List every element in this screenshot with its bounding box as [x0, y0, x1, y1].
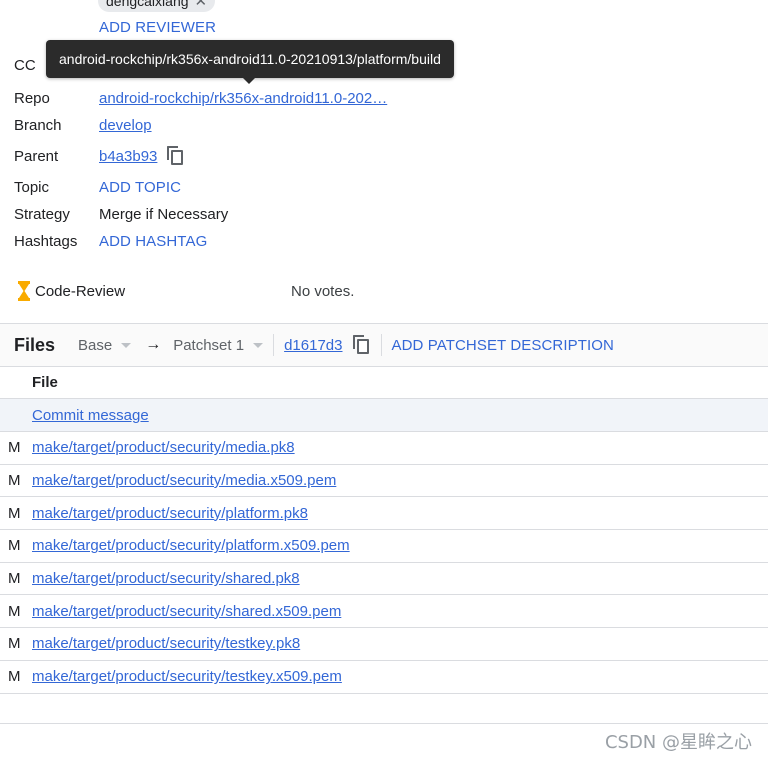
- chevron-down-icon: [253, 342, 264, 348]
- file-row[interactable]: Mmake/target/product/security/testkey.x5…: [0, 661, 768, 694]
- close-icon[interactable]: ✕: [195, 0, 208, 10]
- add-patchset-description-button[interactable]: ADD PATCHSET DESCRIPTION: [392, 337, 614, 354]
- file-link[interactable]: make/target/product/security/shared.pk8: [32, 570, 300, 587]
- commit-message-link[interactable]: Commit message: [32, 407, 149, 424]
- add-topic-button[interactable]: ADD TOPIC: [99, 179, 181, 196]
- code-review-label-row: Code-Review: [18, 281, 125, 301]
- file-link[interactable]: make/target/product/security/testkey.pk8: [32, 635, 300, 652]
- file-link[interactable]: make/target/product/security/media.x509.…: [32, 472, 336, 489]
- file-column-label: File: [32, 374, 58, 391]
- repo-label: Repo: [14, 89, 50, 107]
- patchset-select[interactable]: Patchset 1: [173, 336, 264, 354]
- copy-icon[interactable]: [352, 335, 371, 355]
- file-row[interactable]: Mmake/target/product/security/testkey.pk…: [0, 628, 768, 661]
- patchset-select-value: Patchset 1: [173, 336, 245, 354]
- file-status: M: [8, 602, 21, 620]
- file-status: M: [8, 635, 21, 653]
- file-row[interactable]: Mmake/target/product/security/shared.x50…: [0, 595, 768, 629]
- strategy-value: Merge if Necessary: [99, 205, 229, 223]
- file-link[interactable]: make/target/product/security/shared.x509…: [32, 603, 341, 620]
- file-row[interactable]: Mmake/target/product/security/media.x509…: [0, 465, 768, 498]
- file-row[interactable]: Mmake/target/product/security/platform.p…: [0, 497, 768, 531]
- code-review-label: Code-Review: [35, 282, 126, 300]
- file-column-header: File: [0, 367, 768, 399]
- file-link[interactable]: make/target/product/security/media.pk8: [32, 439, 295, 456]
- repo-link[interactable]: android-rockchip/rk356x-android11.0-202…: [99, 90, 387, 107]
- hashtags-label: Hashtags: [14, 232, 78, 250]
- divider: [380, 334, 382, 356]
- base-patchset-select[interactable]: Base: [78, 336, 132, 354]
- patchset-commit-link[interactable]: d1617d3: [284, 337, 342, 354]
- branch-link[interactable]: develop: [99, 117, 152, 134]
- file-status: M: [8, 504, 21, 522]
- chevron-down-icon: [121, 342, 132, 348]
- topic-label: Topic: [14, 178, 50, 196]
- divider: [273, 334, 275, 356]
- reviewer-chip[interactable]: dengcaixiang ✕: [98, 0, 216, 12]
- add-hashtag-button[interactable]: ADD HASHTAG: [99, 233, 207, 250]
- reviewer-name: dengcaixiang: [106, 0, 189, 9]
- strategy-label: Strategy: [14, 205, 70, 223]
- file-status: M: [8, 537, 21, 555]
- file-status: M: [8, 668, 21, 686]
- parent-commit-link[interactable]: b4a3b93: [99, 148, 157, 165]
- file-status: M: [8, 570, 21, 588]
- code-review-votes: No votes.: [291, 283, 355, 300]
- base-select-value: Base: [78, 336, 113, 354]
- divider: [0, 723, 768, 724]
- file-row[interactable]: Mmake/target/product/security/platform.x…: [0, 530, 768, 563]
- branch-label: Branch: [14, 116, 62, 134]
- copy-icon[interactable]: [167, 146, 185, 166]
- file-link[interactable]: make/target/product/security/testkey.x50…: [32, 668, 342, 685]
- file-status: M: [8, 472, 21, 490]
- file-status: M: [8, 439, 21, 457]
- file-link[interactable]: make/target/product/security/platform.x5…: [32, 537, 350, 554]
- hourglass-icon: [18, 281, 30, 301]
- file-row[interactable]: Mmake/target/product/security/media.pk8: [0, 432, 768, 465]
- files-title: Files: [14, 334, 56, 355]
- file-link[interactable]: make/target/product/security/platform.pk…: [32, 505, 308, 522]
- files-header: Files Base → Patchset 1 d1617d3 ADD PATC…: [0, 323, 768, 367]
- watermark: CSDN @星眸之心: [604, 732, 752, 753]
- commit-message-row[interactable]: Commit message: [0, 399, 768, 432]
- right-arrow-icon: →: [145, 336, 162, 353]
- parent-label: Parent: [14, 147, 59, 165]
- file-row[interactable]: Mmake/target/product/security/shared.pk8: [0, 563, 768, 596]
- add-reviewer-button[interactable]: ADD REVIEWER: [99, 19, 216, 36]
- repo-tooltip: android-rockchip/rk356x-android11.0-2021…: [46, 40, 454, 84]
- file-list: Mmake/target/product/security/media.pk8 …: [0, 432, 768, 694]
